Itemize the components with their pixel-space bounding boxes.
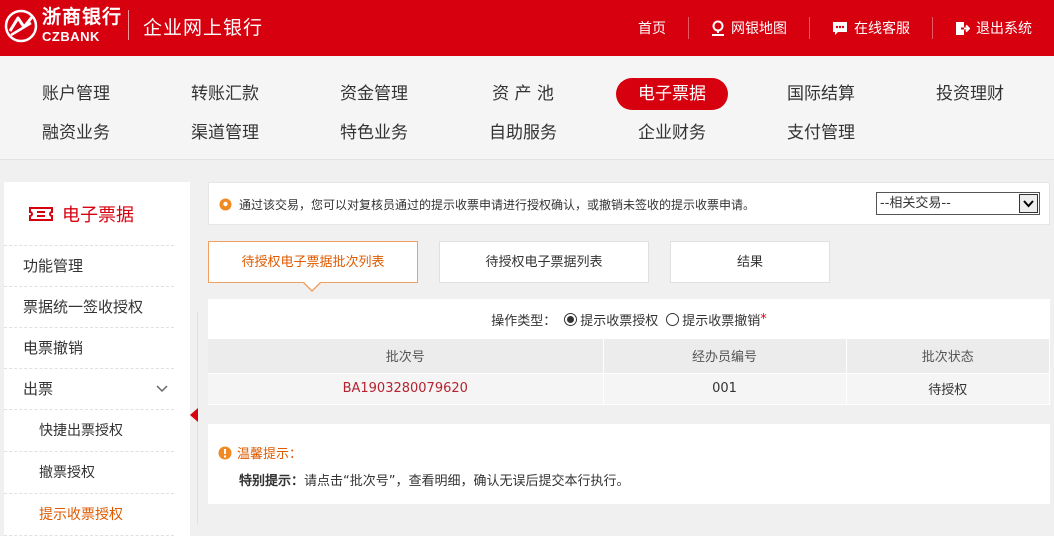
- bank-logo[interactable]: 浙商银行 CZBANK: [4, 8, 122, 43]
- home-link-label: 首页: [638, 21, 666, 37]
- online-service-link[interactable]: 在线客服: [809, 17, 932, 39]
- sidebar-active-indicator: [190, 408, 198, 422]
- tab-pending-bill-list[interactable]: 待授权电子票据列表: [439, 241, 649, 283]
- bank-name-en: CZBANK: [42, 29, 100, 44]
- related-transactions-value: --相关交易--: [880, 196, 951, 211]
- nav-self-service[interactable]: 自助服务: [461, 117, 585, 149]
- nav-electronic-bills[interactable]: 电子票据: [616, 78, 728, 110]
- online-service-label: 在线客服: [854, 21, 910, 37]
- logout-link[interactable]: 退出系统: [932, 17, 1054, 39]
- operator-no-cell: 001: [603, 372, 847, 404]
- sidebar-subitem-quick-issue-auth[interactable]: 快捷出票授权: [4, 410, 174, 452]
- sidebar-item-bill-revoke[interactable]: 电票撤销: [4, 328, 174, 369]
- chat-icon: [833, 21, 847, 35]
- radio-unselected-icon: [666, 312, 680, 326]
- sidebar-subitem-prompt-receipt-auth[interactable]: 提示收票授权: [4, 494, 174, 536]
- nav-channel-management[interactable]: 渠道管理: [163, 117, 287, 149]
- nav-special-business[interactable]: 特色业务: [312, 117, 436, 149]
- tips-title-label: 温馨提示：: [237, 447, 303, 462]
- nav-financing[interactable]: 融资业务: [14, 117, 138, 149]
- chevron-down-icon[interactable]: [1019, 194, 1038, 213]
- home-link[interactable]: 首页: [616, 17, 688, 39]
- system-title: 企业网上银行: [143, 17, 264, 39]
- tips-special-label: 特别提示：: [239, 474, 305, 489]
- header-divider: [128, 10, 129, 40]
- tips-title: 温馨提示：: [218, 443, 302, 462]
- table-header-row: 批次号 经办员编号 批次状态: [208, 339, 1050, 373]
- ticket-icon: [29, 206, 53, 221]
- col-batch-status: 批次状态: [846, 339, 1050, 373]
- chevron-down-icon: [156, 369, 168, 410]
- tips-text: 请点击“批次号”，查看明细，确认无误后提交本行执行。: [304, 474, 630, 489]
- content-panel: 操作类型： 提示收票授权 提示收票撤销 * 批次号 经办员编号 批次状态 BA1…: [208, 299, 1050, 405]
- warning-icon: [218, 446, 232, 459]
- col-operator-no: 经办员编号: [603, 339, 847, 373]
- radio-prompt-receipt-auth-label: 提示收票授权: [580, 313, 659, 329]
- required-mark: *: [760, 311, 767, 327]
- notice-bar: 通过该交易，您可以对复核员通过的提示收票申请进行授权确认，或撤销未签收的提示收票…: [208, 182, 1050, 225]
- operation-type-label: 操作类型：: [491, 313, 557, 329]
- top-header: 浙商银行 CZBANK 企业网上银行 首页 网银地图 在线客服 退出系统: [0, 0, 1054, 56]
- nav-international-settlement[interactable]: 国际结算: [759, 78, 883, 110]
- sidebar-item-unified-signing[interactable]: 票据统一签收授权: [4, 287, 174, 328]
- operation-type-row: 操作类型： 提示收票授权 提示收票撤销 *: [208, 299, 1050, 339]
- sidebar-title: 电子票据: [4, 182, 174, 246]
- related-transactions-select[interactable]: --相关交易--: [876, 192, 1040, 215]
- location-icon: [219, 197, 232, 216]
- tab-pending-batch-list[interactable]: 待授权电子票据批次列表: [208, 241, 418, 283]
- nav-transfer[interactable]: 转账汇款: [163, 78, 287, 110]
- nav-fund-management[interactable]: 资金管理: [312, 78, 436, 110]
- logout-label: 退出系统: [976, 21, 1032, 37]
- sidebar-item-issue-bill[interactable]: 出票: [4, 369, 174, 410]
- nav-enterprise-finance[interactable]: 企业财务: [610, 117, 734, 149]
- nav-investment[interactable]: 投资理财: [908, 78, 1032, 110]
- top-links: 首页 网银地图 在线客服 退出系统: [616, 0, 1054, 56]
- radio-prompt-receipt-revoke[interactable]: 提示收票撤销: [666, 310, 760, 329]
- batch-status-cell: 待授权: [846, 372, 1050, 404]
- sidebar-subitem-revoke-auth[interactable]: 撤票授权: [4, 452, 174, 494]
- nav-asset-pool[interactable]: 资 产 池: [461, 78, 585, 110]
- nav-account-management[interactable]: 账户管理: [14, 78, 138, 110]
- tab-caret-fill: [304, 282, 320, 290]
- notice-text: 通过该交易，您可以对复核员通过的提示收票申请进行授权确认，或撤销未签收的提示收票…: [239, 198, 756, 212]
- czbank-logo-icon: [4, 9, 38, 43]
- main-nav: 账户管理 转账汇款 资金管理 资 产 池 电子票据 国际结算 投资理财 融资业务…: [0, 56, 1054, 160]
- radio-prompt-receipt-auth[interactable]: 提示收票授权: [564, 310, 658, 329]
- col-batch-no: 批次号: [208, 339, 604, 373]
- radio-selected-icon: [564, 312, 578, 326]
- tab-result[interactable]: 结果: [670, 241, 830, 283]
- tips-body: 特别提示：请点击“批次号”，查看明细，确认无误后提交本行执行。: [239, 470, 630, 489]
- radio-prompt-receipt-revoke-label: 提示收票撤销: [682, 313, 761, 329]
- sidebar: 电子票据 功能管理 票据统一签收授权 电票撤销 出票 快捷出票授权 撤票授权 提…: [4, 182, 190, 536]
- sidebar-item-issue-bill-label: 出票: [23, 380, 54, 398]
- bank-map-label: 网银地图: [731, 21, 787, 37]
- sidebar-title-label: 电子票据: [62, 204, 134, 226]
- logout-icon: [956, 21, 970, 35]
- table-row: BA1903280079620 001 待授权: [208, 372, 1050, 404]
- sidebar-item-function-management[interactable]: 功能管理: [4, 246, 174, 287]
- bank-map-link[interactable]: 网银地图: [688, 17, 809, 39]
- batch-table: 批次号 经办员编号 批次状态 BA1903280079620 001 待授权: [208, 339, 1050, 404]
- map-pin-icon: [712, 20, 724, 36]
- batch-no-link[interactable]: BA1903280079620: [208, 372, 604, 404]
- tips-panel: 温馨提示： 特别提示：请点击“批次号”，查看明细，确认无误后提交本行执行。: [208, 424, 1050, 504]
- bank-name-cn: 浙商银行: [42, 6, 123, 28]
- nav-payment-management[interactable]: 支付管理: [759, 117, 883, 149]
